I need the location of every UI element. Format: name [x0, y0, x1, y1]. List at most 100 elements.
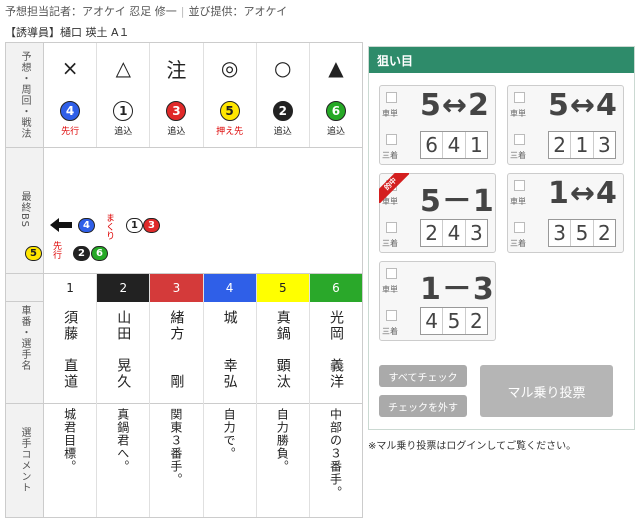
tactic-label: 追込: [114, 127, 133, 137]
pick-card: 車単 三着 1↔4 352: [507, 173, 624, 253]
mark: 注: [166, 57, 187, 82]
tansha-label: 車単: [382, 285, 398, 294]
pick-digits: 452: [420, 307, 488, 335]
pick-digits: 213: [548, 131, 616, 159]
pred-num: 3: [166, 101, 187, 121]
tansha-checkbox[interactable]: [386, 92, 397, 103]
pred-num: 6: [325, 101, 346, 121]
rider-column: 5 真鍋 顕汰自力勝負。: [255, 274, 309, 517]
rider-comment: 自力で。: [222, 408, 237, 460]
pick-card: 車単 三着 5↔4 213: [507, 85, 624, 165]
writer-credit: 予想担当記者：アオケイ 忍足 修一: [5, 5, 177, 18]
pick-digits: 243: [420, 219, 488, 247]
sanchaku-checkbox[interactable]: [386, 310, 397, 321]
bs-pos-top-1: 1: [126, 218, 143, 233]
tansha-label: 車単: [510, 197, 526, 206]
picks-panel: 狙い目 車単 三着 5↔2 641 車単 三着 5↔4 213 車単 三着 5－…: [368, 46, 635, 430]
pick-card: 車単 三着 5－1 243 的中: [379, 173, 496, 253]
pick-digits: 352: [548, 219, 616, 247]
mark: ×: [61, 56, 79, 80]
uncheck-button[interactable]: チェックを外す: [379, 395, 467, 417]
bs-pos-top-2: 3: [143, 218, 160, 233]
bs-pos-bottom-1: 2: [73, 246, 90, 261]
pick-combo: 1↔4: [548, 176, 618, 211]
picks-title: 狙い目: [369, 47, 634, 73]
sanchaku-label: 三着: [382, 327, 398, 336]
tactic-label: 追込: [167, 127, 186, 137]
rider-comment: 中部の３番手。: [328, 408, 343, 499]
prediction-row: × 4 先行 △ 1 追込 注 3 追込 ◎ 5 押え先 ○ 2 追込 ▲ 6 追込: [44, 43, 362, 147]
mark: ◎: [220, 56, 239, 80]
mark: ▲: [328, 56, 344, 80]
row-label-car-number: 車番・選手名: [6, 273, 44, 403]
maru-nori-submit-button[interactable]: マル乗り投票: [480, 365, 613, 417]
tansha-checkbox[interactable]: [514, 180, 525, 191]
hit-ribbon: 的中: [379, 173, 409, 203]
check-all-button[interactable]: すべてチェック: [379, 365, 467, 387]
senko-label: 先行: [51, 241, 61, 259]
rider-comment: 関東３番手。: [168, 408, 183, 486]
header-credits: 予想担当記者：アオケイ 忍足 修一 | 並び提供：アオケイ: [5, 5, 288, 18]
rider-comment: 城君目標。: [62, 408, 77, 473]
pred-num: 2: [272, 101, 293, 121]
rider-name: 城 幸弘: [221, 310, 238, 390]
car-number: 5: [256, 274, 309, 302]
sanchaku-checkbox[interactable]: [386, 134, 397, 145]
pred-num: 5: [219, 101, 240, 121]
rider-comment: 自力勝負。: [275, 408, 290, 473]
rider-column: 4 城 幸弘自力で。: [202, 274, 256, 517]
rider-name: 光岡 義洋: [327, 310, 344, 390]
sanchaku-label: 三着: [382, 239, 398, 248]
tansha-label: 車単: [382, 109, 398, 118]
tactic-label: 押え先: [216, 127, 244, 137]
car-number: 1: [44, 274, 97, 302]
bs-pos-top-0: 4: [78, 218, 95, 233]
pred-num: 1: [113, 101, 134, 121]
rider-name: 緒方 剛: [168, 310, 185, 390]
tansha-checkbox[interactable]: [386, 268, 397, 279]
car-number: 6: [309, 274, 363, 302]
pick-combo: 5－1: [420, 184, 495, 219]
mark: △: [115, 56, 131, 80]
tactic-label: 追込: [273, 127, 292, 137]
rider-comment: 真鍋君へ。: [115, 408, 130, 473]
tansha-label: 車単: [510, 109, 526, 118]
pick-combo: 5↔4: [548, 88, 618, 123]
mark: ○: [274, 56, 292, 80]
row-label-comment: 選手コメント: [6, 403, 44, 517]
sanchaku-checkbox[interactable]: [514, 134, 525, 145]
car-number: 2: [97, 274, 150, 302]
pick-digits: 641: [420, 131, 488, 159]
rider-column: 3 緒方 剛関東３番手。: [149, 274, 203, 517]
sanchaku-checkbox[interactable]: [386, 222, 397, 233]
row-label-prediction: 予想・周回・戦法: [6, 43, 44, 147]
rider-column: 2 山田 晃久真鍋君へ。: [96, 274, 150, 517]
bs-pos-bottom-2: 6: [91, 246, 108, 261]
sanchaku-label: 三着: [382, 151, 398, 160]
car-number: 4: [203, 274, 256, 302]
pick-combo: 5↔2: [420, 88, 490, 123]
provider-credit: 並び提供：アオケイ: [188, 5, 288, 18]
tansha-checkbox[interactable]: [514, 92, 525, 103]
rider-columns: 1 須藤 直道城君目標。 2 山田 晃久真鍋君へ。 3 緒方 剛関東３番手。 4 城 幸…: [44, 274, 363, 517]
guide-rider: 【誘導員】樋口 瑛土 A１: [5, 26, 130, 39]
tactic-label: 追込: [326, 127, 345, 137]
bs-pos-bottom-0: 5: [25, 246, 42, 261]
sanchaku-label: 三着: [510, 151, 526, 160]
rider-name: 須藤 直道: [62, 310, 79, 390]
rider-column: 6 光岡 義洋中部の３番手。: [308, 274, 363, 517]
pick-card: 車単 三着 1－3 452: [379, 261, 496, 341]
tactic-label: 先行: [61, 127, 80, 137]
pred-num: 4: [60, 101, 81, 121]
car-number: 3: [150, 274, 203, 302]
login-note: ※マル乗り投票はログインしてご覧ください。: [368, 441, 577, 452]
rider-column: 1 須藤 直道城君目標。: [44, 274, 97, 517]
sanchaku-label: 三着: [510, 239, 526, 248]
race-table: 予想・周回・戦法 最終BS 車番・選手名 選手コメント × 4 先行 △ 1 追込 注3…: [5, 42, 363, 518]
pick-card: 車単 三着 5↔2 641: [379, 85, 496, 165]
sanchaku-checkbox[interactable]: [514, 222, 525, 233]
rider-name: 山田 晃久: [115, 310, 132, 390]
rider-name: 真鍋 顕汰: [274, 310, 291, 390]
pick-combo: 1－3: [420, 272, 495, 307]
makuri-label: まくり: [104, 213, 114, 240]
